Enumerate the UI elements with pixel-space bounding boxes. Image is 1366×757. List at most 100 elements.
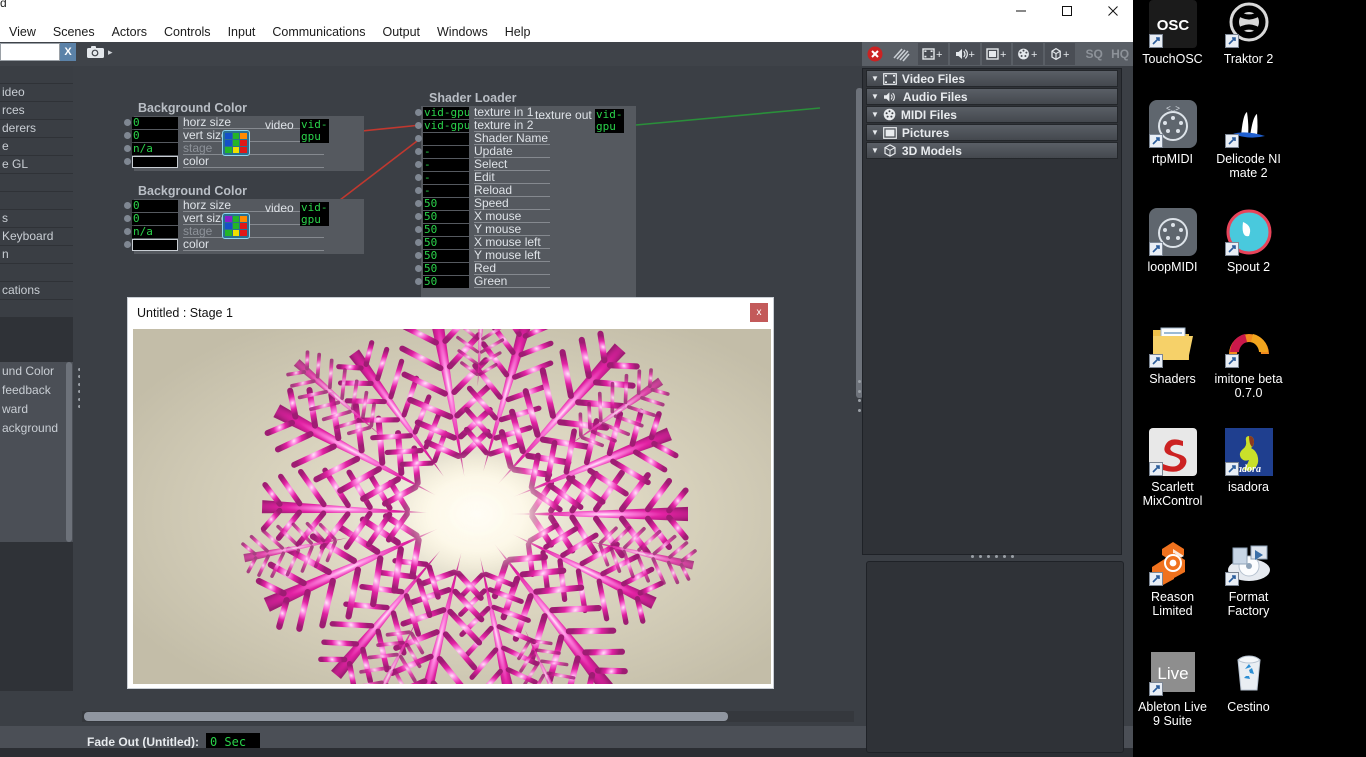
left-dock-item[interactable]: feedback — [0, 381, 73, 400]
menu-scenes[interactable]: Scenes — [53, 25, 95, 39]
left-dock-row[interactable]: derers — [0, 120, 73, 137]
chevron-down-icon[interactable]: ▼ — [871, 92, 879, 101]
left-dock-item[interactable]: ackground — [0, 419, 73, 438]
color-grid-icon[interactable] — [222, 130, 250, 156]
port-dot-icon[interactable] — [415, 161, 422, 168]
param-value[interactable]: 0 — [132, 199, 178, 212]
bin-midi-files[interactable]: ▼ MIDI Files — [866, 106, 1118, 123]
desktop-icon-touchosc[interactable]: OSC TouchOSC — [1135, 0, 1210, 66]
param-value[interactable]: - — [423, 184, 469, 197]
param-value[interactable]: 50 — [423, 236, 469, 249]
menu-view[interactable]: View — [9, 25, 36, 39]
bin-audio-files[interactable]: ▼ Audio Files — [866, 88, 1118, 105]
desktop-icon-isadora[interactable]: adora isadora — [1211, 428, 1286, 494]
param-value[interactable] — [423, 132, 469, 145]
chevron-down-icon[interactable]: ▼ — [871, 128, 879, 137]
port-dot-icon[interactable] — [124, 119, 131, 126]
color-grid-icon[interactable] — [222, 213, 250, 239]
param-value[interactable]: 50 — [423, 210, 469, 223]
minimize-icon[interactable] — [998, 0, 1044, 22]
param-value[interactable]: - — [423, 158, 469, 171]
param-value[interactable]: vid-gpu — [423, 119, 469, 132]
node-output-chip[interactable]: vid-gpu — [300, 119, 329, 143]
desktop-icon-formatfactory[interactable]: Format Factory — [1211, 538, 1286, 618]
port-dot-icon[interactable] — [124, 228, 131, 235]
param-value[interactable]: 50 — [423, 262, 469, 275]
menu-input[interactable]: Input — [228, 25, 256, 39]
desktop-icon-reason[interactable]: Reason Limited — [1135, 538, 1210, 618]
port-dot-icon[interactable] — [124, 241, 131, 248]
diagonal-lines-icon[interactable] — [888, 43, 914, 65]
port-dot-icon[interactable] — [415, 213, 422, 220]
desktop-icon-shaders[interactable]: Shaders — [1135, 320, 1210, 386]
menu-communications[interactable]: Communications — [272, 25, 365, 39]
port-dot-icon[interactable] — [415, 122, 422, 129]
param-value[interactable]: 50 — [423, 249, 469, 262]
param-value[interactable]: 50 — [423, 197, 469, 210]
add-picture-button[interactable]: + — [981, 43, 1012, 65]
left-dock-item[interactable]: und Color — [0, 362, 73, 381]
left-dock-row[interactable] — [0, 66, 73, 83]
hq-toggle[interactable]: HQ — [1107, 43, 1134, 65]
stage-close-button[interactable]: x — [750, 303, 768, 322]
desktop-icon-nimate[interactable]: Delicode NI mate 2 — [1211, 100, 1286, 180]
horizontal-scrollbar-thumb[interactable] — [84, 712, 728, 721]
menu-controls[interactable]: Controls — [164, 25, 211, 39]
port-dot-icon[interactable] — [415, 174, 422, 181]
left-dock-row[interactable]: ideo — [0, 84, 73, 101]
left-dock-item[interactable]: ward — [0, 400, 73, 419]
stage-window[interactable]: Untitled : Stage 1 x — [128, 298, 773, 688]
port-dot-icon[interactable] — [124, 215, 131, 222]
maximize-icon[interactable] — [1044, 0, 1090, 22]
add-audio-file-button[interactable]: + — [949, 43, 980, 65]
menu-help[interactable]: Help — [505, 25, 531, 39]
red-x-icon[interactable] — [862, 43, 888, 65]
menu-output[interactable]: Output — [382, 25, 420, 39]
left-dock-row[interactable] — [0, 264, 73, 281]
desktop-icon-loopmidi[interactable]: loopMIDI — [1135, 208, 1210, 274]
left-dock-row[interactable]: e GL — [0, 156, 73, 173]
param-value[interactable]: vid-gpu — [423, 106, 469, 119]
add-midi-file-button[interactable]: + — [1013, 43, 1044, 65]
bin-pictures[interactable]: ▼ Pictures — [866, 124, 1118, 141]
param-value[interactable]: n/a — [132, 225, 178, 238]
param-value[interactable]: 50 — [423, 223, 469, 236]
param-value[interactable]: 50 — [423, 275, 469, 288]
desktop-icon-spout[interactable]: Spout 2 — [1211, 208, 1286, 274]
port-dot-icon[interactable] — [124, 202, 131, 209]
port-dot-icon[interactable] — [415, 187, 422, 194]
desktop-icon-imitone[interactable]: imitone beta 0.7.0 — [1211, 320, 1286, 400]
port-dot-icon[interactable] — [415, 135, 422, 142]
chevron-down-icon[interactable]: ▼ — [871, 74, 879, 83]
param-value[interactable] — [132, 155, 178, 168]
param-value[interactable]: 0 — [132, 116, 178, 129]
port-dot-icon[interactable] — [415, 226, 422, 233]
node-output-chip[interactable]: vid-gpu — [300, 202, 329, 226]
left-dock-row[interactable]: cations — [0, 282, 73, 299]
param-value[interactable]: - — [423, 145, 469, 158]
bins-splitter-handle[interactable] — [862, 552, 1122, 561]
menu-actors[interactable]: Actors — [112, 25, 147, 39]
left-dock-row[interactable] — [0, 174, 73, 191]
port-dot-icon[interactable] — [415, 200, 422, 207]
close-icon[interactable] — [1090, 0, 1136, 22]
port-dot-icon[interactable] — [415, 252, 422, 259]
port-dot-icon[interactable] — [124, 132, 131, 139]
param-value[interactable]: n/a — [132, 142, 178, 155]
port-dot-icon[interactable] — [124, 145, 131, 152]
param-value[interactable]: 0 — [132, 212, 178, 225]
camera-icon[interactable]: ▸ — [86, 45, 113, 59]
left-dock-row[interactable]: Keyboard — [0, 228, 73, 245]
left-dock-scrollbar[interactable] — [66, 362, 72, 542]
add-3d-model-button[interactable]: + — [1045, 43, 1076, 65]
param-value[interactable]: 0 — [132, 129, 178, 142]
stage-canvas[interactable] — [133, 329, 771, 684]
menu-windows[interactable]: Windows — [437, 25, 488, 39]
desktop-icon-rtpmidi[interactable]: <..> rtpMIDI — [1135, 100, 1210, 166]
port-dot-icon[interactable] — [415, 265, 422, 272]
desktop-icon-traktor[interactable]: Traktor 2 — [1211, 0, 1286, 66]
port-dot-icon[interactable] — [415, 278, 422, 285]
left-dock-row[interactable]: e — [0, 138, 73, 155]
port-dot-icon[interactable] — [415, 148, 422, 155]
left-dock-row[interactable] — [0, 192, 73, 209]
